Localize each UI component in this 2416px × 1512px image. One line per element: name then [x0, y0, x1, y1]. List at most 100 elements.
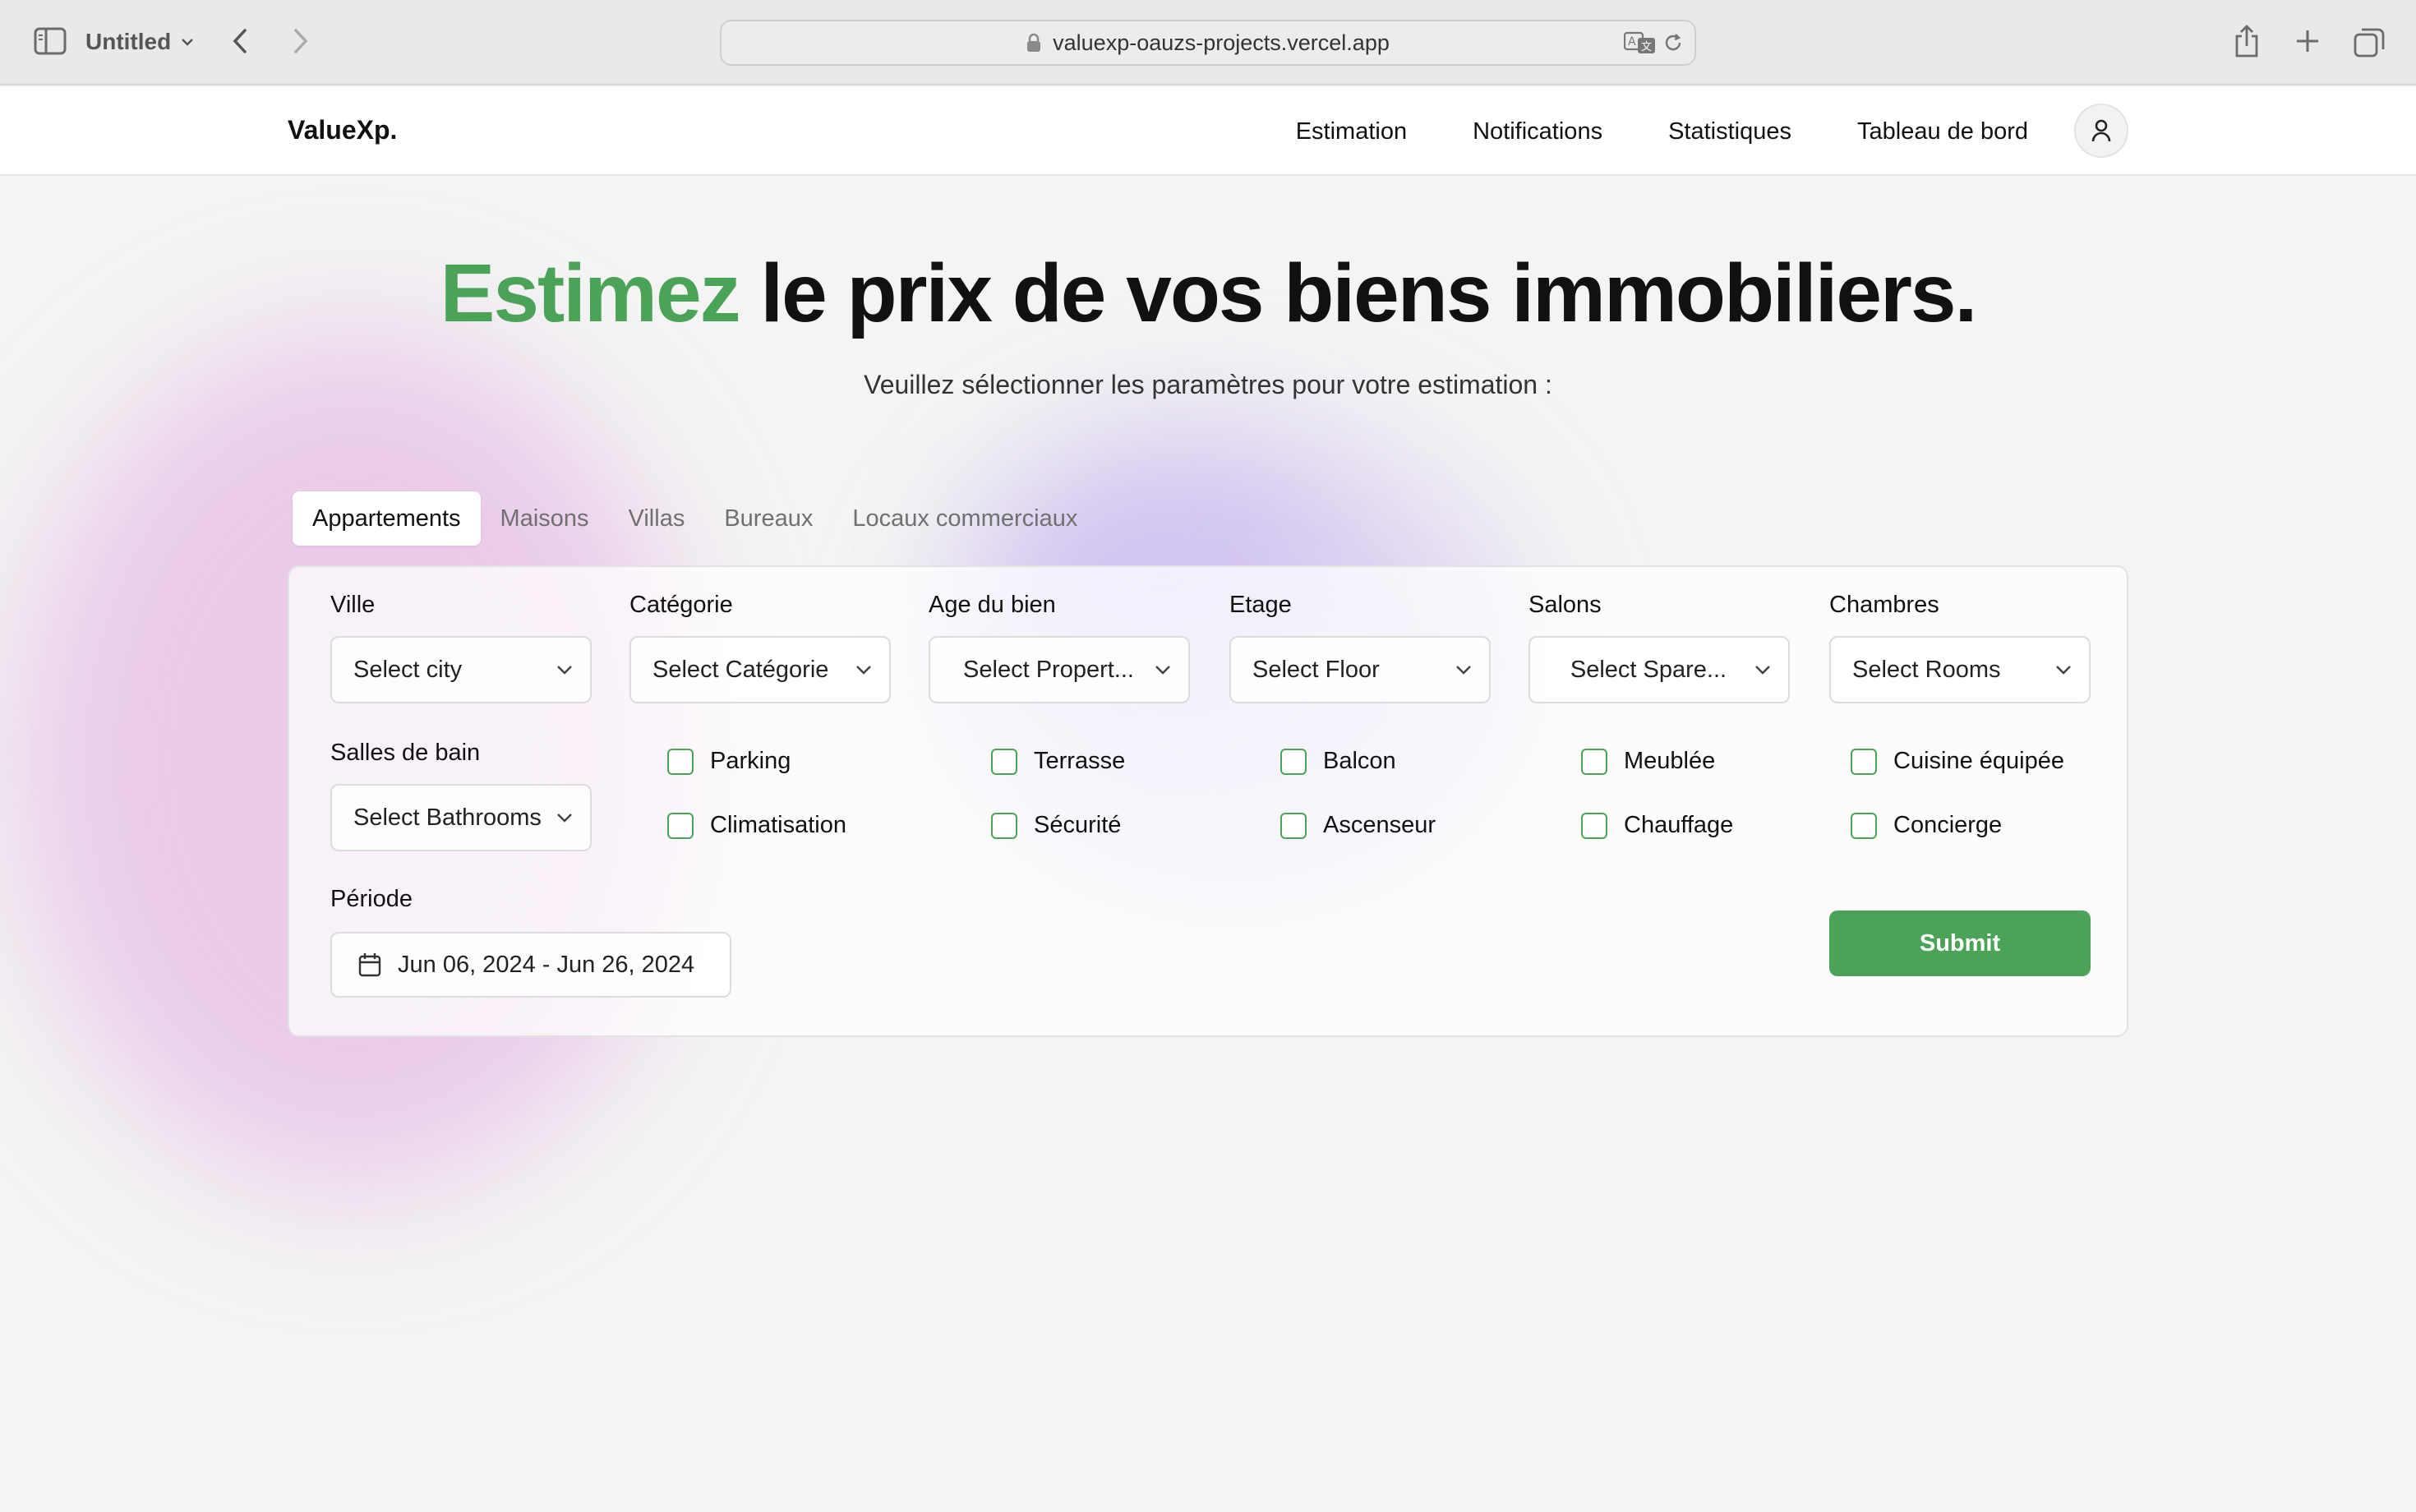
age-select[interactable]: Select Propert... [929, 636, 1190, 703]
checkbox-box[interactable] [1280, 812, 1307, 839]
date-range-value: Jun 06, 2024 - Jun 26, 2024 [398, 951, 695, 978]
lock-icon [1027, 33, 1041, 52]
page-subtitle: Veuillez sélectionner les paramètres pou… [864, 370, 1552, 399]
chevron-down-icon [557, 814, 572, 823]
meublee-checkbox[interactable]: Meublée [1581, 748, 1715, 775]
submit-button[interactable]: Submit [1829, 910, 2091, 976]
checkbox-box[interactable] [1851, 812, 1877, 839]
svg-text:A: A [1628, 35, 1636, 48]
main-nav: Estimation Notifications Statistiques Ta… [1296, 87, 2028, 176]
checkbox-box[interactable] [991, 748, 1017, 775]
chevron-down-icon [557, 666, 572, 675]
chambres-select-value: Select Rooms [1852, 656, 2001, 683]
terrasse-checkbox[interactable]: Terrasse [991, 748, 1125, 775]
salles-de-bain-select-value: Select Bathrooms [353, 804, 542, 831]
chevron-down-icon [182, 39, 194, 46]
categorie-select-value: Select Catégorie [652, 656, 829, 683]
parking-checkbox[interactable]: Parking [667, 748, 791, 775]
salons-label: Salons [1528, 592, 1602, 618]
url-text: valuexp-oauzs-projects.vercel.app [1053, 30, 1390, 55]
chambres-select[interactable]: Select Rooms [1829, 636, 2091, 703]
securite-checkbox[interactable]: Sécurité [991, 812, 1121, 839]
checkbox-box[interactable] [1851, 748, 1877, 775]
tab-title: Untitled [85, 29, 172, 54]
tab-title-menu[interactable]: Untitled [85, 26, 194, 58]
categorie-select[interactable]: Select Catégorie [629, 636, 891, 703]
address-bar[interactable]: valuexp-oauzs-projects.vercel.app A文 [720, 20, 1696, 66]
browser-toolbar: Untitled valuexp-oauzs-projects.vercel.a… [0, 0, 2416, 85]
user-menu-button[interactable] [2074, 104, 2128, 158]
ascenseur-label: Ascenseur [1323, 812, 1436, 838]
salons-select-value: Select Spare... [1570, 656, 1727, 683]
ville-label: Ville [330, 592, 376, 618]
chevron-down-icon [1456, 666, 1471, 675]
checkbox-box[interactable] [991, 812, 1017, 839]
chauffage-label: Chauffage [1624, 812, 1734, 838]
page-title: Estimez le prix de vos biens immobiliers… [0, 247, 2416, 341]
reload-icon[interactable] [1662, 31, 1685, 54]
categorie-label: Catégorie [629, 592, 733, 618]
parking-label: Parking [710, 748, 791, 774]
chevron-down-icon [1155, 666, 1170, 675]
concierge-checkbox[interactable]: Concierge [1851, 812, 2002, 839]
translate-icon[interactable]: A文 [1623, 31, 1657, 54]
back-arrow-icon[interactable] [224, 25, 256, 58]
climatisation-label: Climatisation [710, 812, 846, 838]
chevron-down-icon [1755, 666, 1770, 675]
climatisation-checkbox[interactable]: Climatisation [667, 812, 846, 839]
checkbox-box[interactable] [1280, 748, 1307, 775]
chevron-down-icon [856, 666, 871, 675]
svg-text:文: 文 [1641, 41, 1652, 53]
checkbox-box[interactable] [667, 812, 694, 839]
nav-link-statistiques[interactable]: Statistiques [1668, 118, 1791, 145]
periode-label: Période [330, 886, 413, 912]
age-select-value: Select Propert... [963, 656, 1134, 683]
tab-maisons[interactable]: Maisons [481, 491, 609, 546]
checkbox-box[interactable] [1581, 748, 1607, 775]
meublee-label: Meublée [1624, 748, 1716, 774]
chevron-down-icon [2056, 666, 2071, 675]
plus-icon[interactable] [2291, 25, 2324, 58]
ville-select-value: Select city [353, 656, 463, 683]
nav-link-tableau-de-bord[interactable]: Tableau de bord [1857, 118, 2028, 145]
share-icon[interactable] [2230, 23, 2263, 59]
nav-link-notifications[interactable]: Notifications [1473, 118, 1602, 145]
terrasse-label: Terrasse [1034, 748, 1126, 774]
property-type-tabs: Appartements Maisons Villas Bureaux Loca… [293, 491, 1097, 546]
balcon-label: Balcon [1323, 748, 1396, 774]
user-icon [2091, 119, 2111, 142]
tab-villas[interactable]: Villas [609, 491, 705, 546]
etage-select[interactable]: Select Floor [1229, 636, 1491, 703]
checkbox-box[interactable] [1581, 812, 1607, 839]
etage-select-value: Select Floor [1252, 656, 1380, 683]
cuisine-equipee-label: Cuisine équipée [1893, 748, 2064, 774]
ville-select[interactable]: Select city [330, 636, 592, 703]
salles-de-bain-select[interactable]: Select Bathrooms [330, 784, 592, 851]
chambres-label: Chambres [1829, 592, 1939, 618]
brand-logo[interactable]: ValueXp. [288, 115, 397, 145]
tab-overview-icon[interactable] [2352, 25, 2386, 59]
salons-select[interactable]: Select Spare... [1528, 636, 1790, 703]
concierge-label: Concierge [1893, 812, 2003, 838]
chauffage-checkbox[interactable]: Chauffage [1581, 812, 1733, 839]
tab-appartements[interactable]: Appartements [293, 491, 481, 546]
calendar-icon [358, 953, 381, 977]
estimation-form: Ville Catégorie Age du bien Etage Salons… [288, 565, 2128, 1037]
title-rest: le prix de vos biens immobiliers. [739, 247, 1977, 339]
securite-label: Sécurité [1034, 812, 1122, 838]
cuisine-equipee-checkbox[interactable]: Cuisine équipée [1851, 748, 2064, 775]
salles-de-bain-label: Salles de bain [330, 740, 481, 766]
ascenseur-checkbox[interactable]: Ascenseur [1280, 812, 1436, 839]
nav-link-estimation[interactable]: Estimation [1296, 118, 1407, 145]
date-range-picker[interactable]: Jun 06, 2024 - Jun 26, 2024 [330, 932, 731, 998]
sidebar-toggle-icon[interactable] [33, 26, 67, 56]
tab-bureaux[interactable]: Bureaux [704, 491, 832, 546]
forward-arrow-icon[interactable] [284, 25, 317, 58]
checkbox-box[interactable] [667, 748, 694, 775]
balcon-checkbox[interactable]: Balcon [1280, 748, 1396, 775]
title-accent: Estimez [440, 247, 741, 339]
app-header: ValueXp. Estimation Notifications Statis… [0, 87, 2416, 176]
etage-label: Etage [1229, 592, 1292, 618]
tab-locaux-commerciaux[interactable]: Locaux commerciaux [832, 491, 1097, 546]
age-label: Age du bien [929, 592, 1056, 618]
